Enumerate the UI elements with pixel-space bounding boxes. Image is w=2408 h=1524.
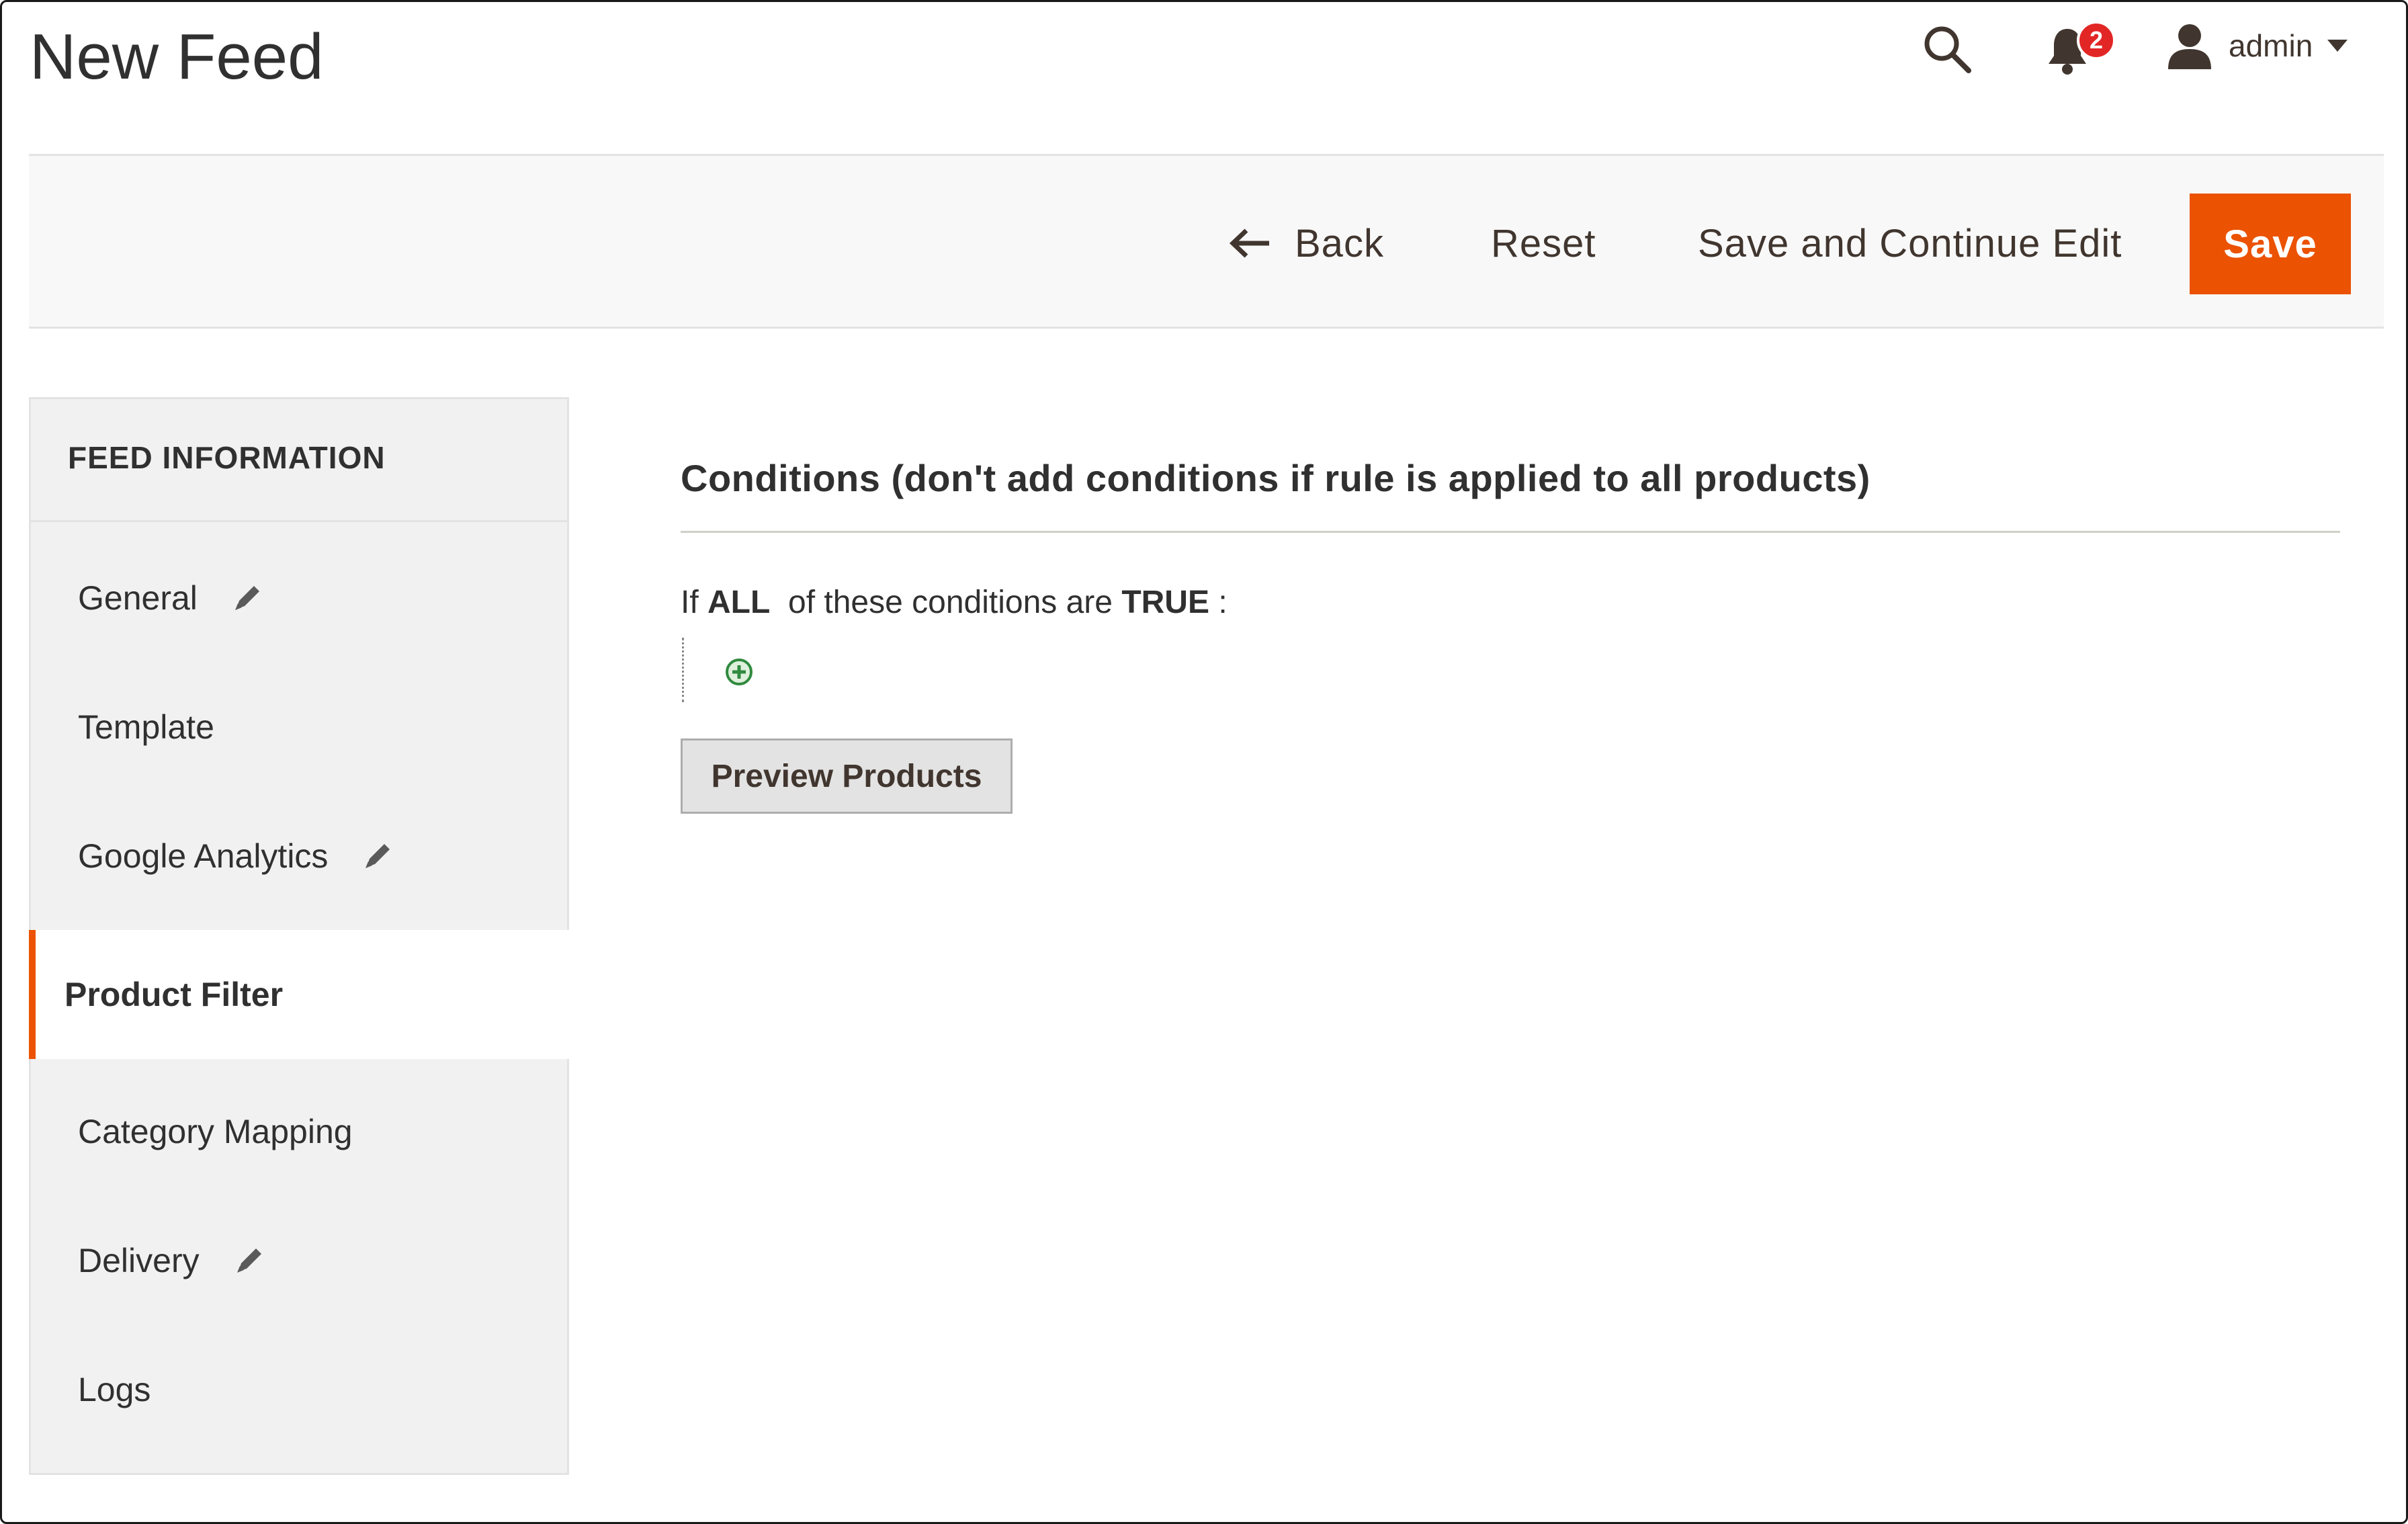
feed-information-sidebar: FEED INFORMATION General Template Google…	[29, 397, 572, 1475]
conditions-section-title: Conditions (don't add conditions if rule…	[681, 457, 1870, 499]
condition-statement: If ALL of these conditions are TRUE :	[681, 584, 1228, 621]
condition-prefix: If	[681, 585, 708, 620]
pencil-icon	[236, 1248, 261, 1273]
sidebar-title: FEED INFORMATION	[68, 440, 386, 475]
sidebar-item-product-filter[interactable]: Product Filter	[29, 930, 572, 1059]
value-selector[interactable]: TRUE	[1121, 585, 1209, 620]
sidebar-item-label: Product Filter	[64, 976, 284, 1013]
sidebar-divider	[31, 520, 567, 522]
user-name: admin	[2229, 28, 2313, 63]
sidebar-item-label: Category Mapping	[78, 1113, 353, 1150]
user-icon	[2168, 24, 2211, 69]
sidebar-item-label: General	[78, 579, 198, 617]
search-icon[interactable]	[1920, 22, 1974, 76]
sidebar-item-label: Template	[78, 708, 214, 746]
back-button[interactable]: Back	[1229, 156, 1384, 331]
preview-products-button[interactable]: Preview Products	[681, 738, 1013, 814]
save-button[interactable]: Save	[2190, 194, 2351, 294]
pencil-icon	[366, 844, 390, 868]
condition-middle-text: of these conditions are	[770, 585, 1122, 620]
sidebar-item-label: Delivery	[78, 1242, 200, 1279]
user-menu[interactable]: admin	[2165, 22, 2348, 69]
sidebar-item-google-analytics[interactable]: Google Analytics	[31, 792, 567, 921]
pencil-icon	[234, 586, 259, 610]
notifications-button[interactable]: 2	[2045, 21, 2118, 77]
sidebar-item-category-mapping[interactable]: Category Mapping	[31, 1067, 567, 1196]
condition-suffix: :	[1209, 585, 1228, 620]
sidebar-item-template[interactable]: Template	[31, 663, 567, 792]
sidebar-item-label: Logs	[78, 1371, 151, 1408]
reset-button[interactable]: Reset	[1491, 156, 1596, 331]
sidebar-item-label: Google Analytics	[78, 837, 329, 875]
aggregator-selector[interactable]: ALL	[707, 585, 770, 620]
section-divider	[681, 531, 2340, 533]
save-and-continue-button[interactable]: Save and Continue Edit	[1698, 156, 2122, 331]
arrow-left-icon	[1229, 228, 1269, 258]
sidebar-item-general[interactable]: General	[31, 534, 567, 663]
back-button-label: Back	[1295, 221, 1384, 265]
page-actions-toolbar: Back Reset Save and Continue Edit Save	[29, 154, 2384, 329]
sidebar-item-logs[interactable]: Logs	[31, 1325, 567, 1454]
add-condition-icon[interactable]	[725, 658, 753, 686]
sidebar-item-delivery[interactable]: Delivery	[31, 1196, 567, 1325]
app-window: New Feed 2 admin Back Reset Save and Con…	[0, 0, 2408, 1524]
chevron-down-icon	[2327, 40, 2348, 52]
page-title: New Feed	[30, 21, 324, 93]
notification-count-badge: 2	[2077, 21, 2116, 60]
